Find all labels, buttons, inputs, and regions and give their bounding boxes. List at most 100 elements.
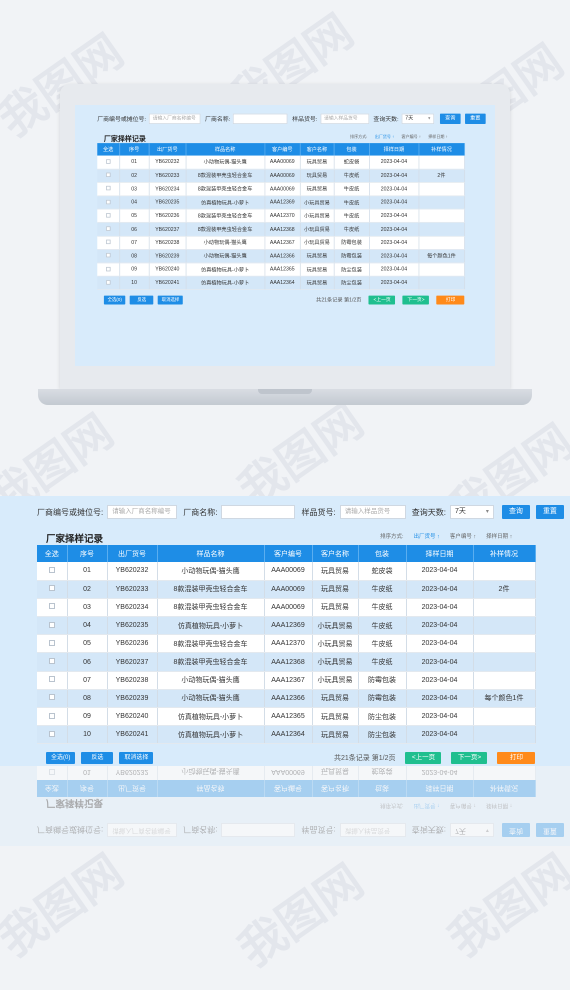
query-button[interactable]: 查询 bbox=[501, 823, 530, 837]
sort-vendor-no[interactable]: 出厂货号 ↑ bbox=[414, 802, 440, 810]
invert-selection-button[interactable]: 反选 bbox=[81, 752, 114, 764]
reset-button[interactable]: 重置 bbox=[464, 113, 486, 124]
row-checkbox[interactable] bbox=[105, 253, 111, 258]
row-checkbox[interactable] bbox=[105, 159, 111, 164]
column-header[interactable]: 全选 bbox=[37, 545, 68, 562]
row-checkbox-cell[interactable] bbox=[37, 562, 68, 581]
row-checkbox[interactable] bbox=[48, 658, 55, 665]
days-select[interactable]: 7天 ▾ bbox=[449, 505, 494, 519]
cancel-selection-button[interactable]: 取消选择 bbox=[157, 295, 184, 305]
row-checkbox-cell[interactable] bbox=[97, 276, 120, 291]
vendor-name-input[interactable] bbox=[233, 113, 288, 124]
table-row[interactable]: 08 YB620239 小动物玩偶-猫头鹰 AAA12366 玩具贸易 防霉包装 2023-… bbox=[37, 689, 536, 709]
invert-selection-button[interactable]: 反选 bbox=[129, 295, 154, 305]
row-checkbox[interactable] bbox=[48, 621, 55, 628]
query-button[interactable]: 查询 bbox=[501, 505, 530, 519]
reset-button[interactable]: 重置 bbox=[535, 505, 564, 519]
row-checkbox-cell[interactable] bbox=[97, 249, 120, 264]
sample-no-input[interactable]: 请输入样品货号 bbox=[320, 113, 370, 124]
row-checkbox[interactable] bbox=[48, 566, 55, 573]
sample-no-input[interactable]: 请输入样品货号 bbox=[339, 505, 406, 519]
column-header[interactable]: 全选 bbox=[97, 143, 120, 156]
table-row[interactable]: 09 YB620240 仿真植物玩具-小萝卜 AAA12365 玩具贸易 防尘包装 2023… bbox=[97, 262, 465, 277]
table-row[interactable]: 09 YB620240 仿真植物玩具-小萝卜 AAA12365 玩具贸易 防尘包装 2023… bbox=[37, 707, 536, 727]
cancel-selection-button[interactable]: 取消选择 bbox=[119, 752, 154, 764]
row-checkbox-cell[interactable] bbox=[97, 222, 120, 237]
row-checkbox-cell[interactable] bbox=[97, 155, 120, 170]
sort-date[interactable]: 择样日期 ↑ bbox=[486, 802, 512, 810]
sort-date[interactable]: 择样日期 ↑ bbox=[486, 532, 512, 540]
row-checkbox-cell[interactable] bbox=[97, 195, 120, 210]
table-row[interactable]: 02 YB620233 8款混装甲壳虫轻合金车 AAA00069 玩具贸易 牛皮纸 2023… bbox=[37, 580, 536, 599]
query-button[interactable]: 查询 bbox=[439, 113, 461, 124]
sort-customer-no[interactable]: 客户编号 ↑ bbox=[450, 532, 476, 540]
table-row[interactable]: 06 YB620237 8款混装甲壳虫轻合金车 AAA12368 小玩具贸易 牛皮纸 202… bbox=[97, 222, 465, 237]
sort-vendor-no[interactable]: 出厂货号 ↑ bbox=[414, 532, 440, 540]
row-checkbox-cell[interactable] bbox=[37, 671, 68, 690]
row-checkbox-cell[interactable] bbox=[37, 725, 68, 745]
table-row[interactable]: 08 YB620239 小动物玩偶-猫头鹰 AAA12366 玩具贸易 防霉包装 2023-… bbox=[97, 249, 465, 264]
prev-page-button[interactable]: <上一页 bbox=[405, 752, 442, 764]
row-checkbox[interactable] bbox=[48, 585, 55, 592]
table-row[interactable]: 02 YB620233 8款混装甲壳虫轻合金车 AAA00069 玩具贸易 牛皮纸 2023… bbox=[97, 169, 465, 183]
row-checkbox[interactable] bbox=[48, 769, 55, 776]
print-button[interactable]: 打印 bbox=[436, 295, 465, 305]
row-checkbox-cell[interactable] bbox=[97, 209, 120, 224]
table-row[interactable]: 04 YB620235 仿真植物玩具-小萝卜 AAA12369 小玩具贸易 牛皮纸 2023… bbox=[37, 616, 536, 636]
row-checkbox-cell[interactable] bbox=[37, 616, 68, 636]
select-all-button[interactable]: 全选(0) bbox=[46, 752, 76, 764]
table-row[interactable]: 01 YB620232 小动物玩偶-猫头鹰 AAA00069 玩具贸易 蛇皮袋 2023-0… bbox=[37, 766, 535, 780]
row-checkbox-cell[interactable] bbox=[37, 707, 68, 727]
table-row[interactable]: 03 YB620234 8款混装甲壳虫轻合金车 AAA00069 玩具贸易 牛皮纸 2023… bbox=[97, 182, 465, 197]
vendor-name-input[interactable] bbox=[221, 505, 296, 519]
row-checkbox-cell[interactable] bbox=[97, 169, 120, 183]
row-checkbox-cell[interactable] bbox=[37, 689, 68, 709]
row-checkbox-cell[interactable] bbox=[97, 236, 120, 250]
sort-customer-no[interactable]: 客户编号 ↑ bbox=[450, 802, 476, 810]
days-select[interactable]: 7天 ▾ bbox=[401, 113, 435, 124]
column-header[interactable]: 全选 bbox=[37, 780, 67, 797]
row-checkbox-cell[interactable] bbox=[37, 598, 68, 618]
sort-date[interactable]: 择样日期 ↑ bbox=[428, 134, 447, 139]
prev-page-button[interactable]: <上一页 bbox=[368, 295, 396, 305]
row-checkbox-cell[interactable] bbox=[37, 580, 68, 599]
row-checkbox[interactable] bbox=[105, 172, 111, 178]
table-row[interactable]: 07 YB620238 小动物玩偶-猫头鹰 AAA12367 小玩具贸易 防霉包装 2023… bbox=[97, 236, 465, 250]
row-checkbox-cell[interactable] bbox=[37, 634, 68, 654]
table-row[interactable]: 01 YB620232 小动物玩偶-猫头鹰 AAA00069 玩具贸易 蛇皮袋 2023-0… bbox=[97, 155, 465, 170]
row-checkbox-cell[interactable] bbox=[37, 766, 67, 780]
table-row[interactable]: 10 YB620241 仿真植物玩具-小萝卜 AAA12364 玩具贸易 防尘包装 2023… bbox=[37, 725, 536, 745]
sample-no-input[interactable]: 请输入样品货号 bbox=[339, 823, 406, 837]
row-checkbox[interactable] bbox=[48, 712, 55, 719]
table-row[interactable]: 05 YB620236 8款混装甲壳虫轻合金车 AAA12370 小玩具贸易 牛皮纸 202… bbox=[97, 209, 465, 224]
row-checkbox[interactable] bbox=[105, 213, 111, 218]
row-checkbox[interactable] bbox=[105, 199, 111, 205]
row-checkbox[interactable] bbox=[105, 239, 111, 245]
row-checkbox[interactable] bbox=[48, 603, 55, 610]
days-select[interactable]: 7天 ▾ bbox=[449, 823, 494, 837]
print-button[interactable]: 打印 bbox=[497, 752, 536, 764]
row-checkbox[interactable] bbox=[48, 730, 55, 737]
row-checkbox-cell[interactable] bbox=[97, 182, 120, 197]
table-row[interactable]: 01 YB620232 小动物玩偶-猫头鹰 AAA00069 玩具贸易 蛇皮袋 2023-0… bbox=[37, 562, 536, 581]
reset-button[interactable]: 重置 bbox=[535, 823, 564, 837]
table-row[interactable]: 05 YB620236 8款混装甲壳虫轻合金车 AAA12370 小玩具贸易 牛皮纸 202… bbox=[37, 634, 536, 654]
vendor-name-input[interactable] bbox=[221, 823, 296, 837]
row-checkbox[interactable] bbox=[105, 280, 111, 285]
vendor-input[interactable]: 请输入厂商名称编号 bbox=[107, 505, 178, 519]
table-row[interactable]: 04 YB620235 仿真植物玩具-小萝卜 AAA12369 小玩具贸易 牛皮纸 2023… bbox=[97, 195, 465, 210]
select-all-button[interactable]: 全选(0) bbox=[103, 295, 126, 305]
row-checkbox[interactable] bbox=[105, 186, 111, 191]
table-row[interactable]: 03 YB620234 8款混装甲壳虫轻合金车 AAA00069 玩具贸易 牛皮纸 2023… bbox=[37, 598, 536, 618]
next-page-button[interactable]: 下一页> bbox=[402, 295, 430, 305]
sort-customer-no[interactable]: 客户编号 ↑ bbox=[402, 134, 421, 139]
row-checkbox[interactable] bbox=[48, 639, 55, 646]
vendor-input[interactable]: 请输入厂商名称编号 bbox=[107, 823, 178, 837]
sort-vendor-no[interactable]: 出厂货号 ↑ bbox=[375, 134, 394, 139]
table-row[interactable]: 07 YB620238 小动物玩偶-猫头鹰 AAA12367 小玩具贸易 防霉包装 2023… bbox=[37, 671, 536, 690]
vendor-input[interactable]: 请输入厂商名称编号 bbox=[149, 113, 201, 124]
table-row[interactable]: 06 YB620237 8款混装甲壳虫轻合金车 AAA12368 小玩具贸易 牛皮纸 202… bbox=[37, 652, 536, 672]
row-checkbox[interactable] bbox=[105, 226, 111, 231]
next-page-button[interactable]: 下一页> bbox=[451, 752, 488, 764]
row-checkbox[interactable] bbox=[48, 694, 55, 701]
